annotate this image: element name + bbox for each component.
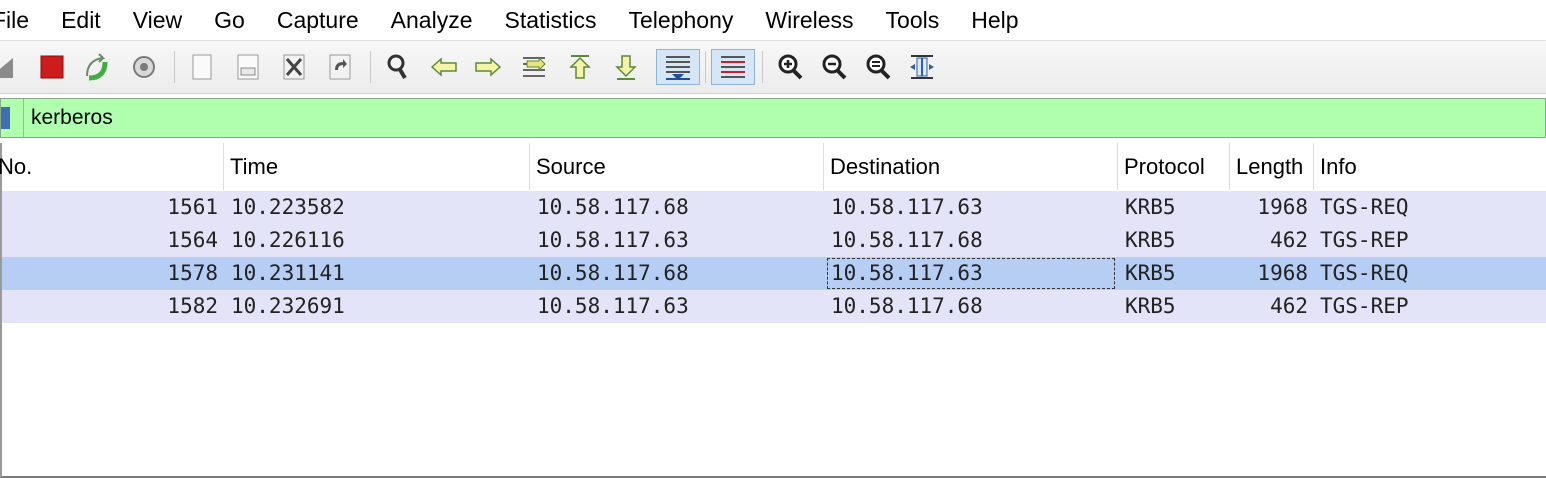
autoscroll-icon[interactable] (656, 49, 700, 85)
column-header-info[interactable]: Info (1314, 143, 1546, 190)
display-filter-input[interactable] (31, 99, 1431, 137)
menu-view[interactable]: View (117, 0, 198, 40)
colorize-icon[interactable] (711, 49, 755, 85)
packet-info: TGS-REQ (1320, 195, 1409, 219)
menu-go[interactable]: Go (198, 0, 261, 40)
menu-file[interactable]: File (0, 0, 45, 40)
menu-wireless[interactable]: Wireless (749, 0, 869, 40)
packet-info: TGS-REQ (1320, 261, 1409, 285)
column-header-source[interactable]: Source (530, 143, 824, 190)
menu-telephony[interactable]: Telephony (613, 0, 750, 40)
packet-destination: 10.58.117.68 (831, 228, 983, 252)
packet-info: TGS-REP (1320, 294, 1409, 318)
packet-row[interactable]: 1561 10.223582 10.58.117.68 10.58.117.63… (2, 191, 1546, 224)
packet-info: TGS-REP (1320, 228, 1409, 252)
zoom-in-icon[interactable] (774, 49, 806, 85)
column-header-length[interactable]: Length (1230, 143, 1314, 190)
packet-source: 10.58.117.68 (537, 261, 689, 285)
menu-tools[interactable]: Tools (870, 0, 956, 40)
packet-length: 1968 (1257, 261, 1308, 285)
column-header-time[interactable]: Time (224, 143, 530, 190)
main-toolbar (0, 40, 1546, 94)
menu-statistics[interactable]: Statistics (488, 0, 612, 40)
open-file-icon[interactable] (186, 49, 218, 85)
packet-time: 10.232691 (231, 294, 345, 318)
packet-no: 1582 (167, 294, 218, 318)
packet-length: 462 (1270, 228, 1308, 252)
display-filter-bar (0, 98, 1546, 138)
zoom-normal-icon[interactable] (862, 49, 894, 85)
column-header-protocol[interactable]: Protocol (1118, 143, 1230, 190)
packet-no: 1578 (167, 261, 218, 285)
capture-options-icon[interactable] (128, 49, 160, 85)
packet-list: No. Time Source Destination Protocol Len… (0, 143, 1546, 478)
packet-row[interactable]: 1564 10.226116 10.58.117.63 10.58.117.68… (2, 224, 1546, 257)
toolbar-separator (705, 51, 706, 83)
start-capture-icon[interactable] (0, 49, 18, 85)
packet-source: 10.58.117.63 (537, 294, 689, 318)
zoom-out-icon[interactable] (818, 49, 850, 85)
packet-source: 10.58.117.63 (537, 228, 689, 252)
packet-protocol: KRB5 (1125, 294, 1176, 318)
packet-time: 10.231141 (231, 261, 345, 285)
menu-analyze[interactable]: Analyze (375, 0, 489, 40)
menu-edit[interactable]: Edit (45, 0, 117, 40)
packet-destination: 10.58.117.63 (831, 195, 983, 219)
resize-columns-icon[interactable] (906, 49, 938, 85)
packet-row[interactable]: 1582 10.232691 10.58.117.63 10.58.117.68… (2, 290, 1546, 323)
column-header-no[interactable]: No. (0, 143, 224, 190)
packet-no: 1564 (167, 228, 218, 252)
packet-length: 462 (1270, 294, 1308, 318)
find-packet-icon[interactable] (382, 49, 414, 85)
packet-time: 10.223582 (231, 195, 345, 219)
packet-row-selected[interactable]: 1578 10.231141 10.58.117.68 10.58.117.63… (2, 257, 1546, 290)
toolbar-separator (370, 51, 371, 83)
reload-file-icon[interactable] (324, 49, 356, 85)
packet-source: 10.58.117.68 (537, 195, 689, 219)
go-back-icon[interactable] (428, 49, 460, 85)
go-forward-icon[interactable] (472, 49, 504, 85)
go-to-packet-icon[interactable] (518, 49, 550, 85)
packet-length: 1968 (1257, 195, 1308, 219)
toolbar-separator (762, 51, 763, 83)
menu-capture[interactable]: Capture (261, 0, 375, 40)
packet-protocol: KRB5 (1125, 195, 1176, 219)
toolbar-separator (174, 51, 175, 83)
restart-capture-icon[interactable] (80, 49, 112, 85)
packet-destination[interactable]: 10.58.117.63 (826, 257, 1116, 290)
menu-bar: File Edit View Go Capture Analyze Statis… (0, 0, 1546, 40)
filter-bookmark-icon[interactable] (1, 107, 10, 129)
go-first-packet-icon[interactable] (564, 49, 596, 85)
packet-no: 1561 (167, 195, 218, 219)
packet-list-header: No. Time Source Destination Protocol Len… (0, 143, 1546, 190)
stop-capture-icon[interactable] (36, 49, 68, 85)
go-last-packet-icon[interactable] (610, 49, 642, 85)
filter-divider (23, 99, 24, 137)
packet-time: 10.226116 (231, 228, 345, 252)
column-header-destination[interactable]: Destination (824, 143, 1118, 190)
close-file-icon[interactable] (278, 49, 310, 85)
menu-help[interactable]: Help (955, 0, 1034, 40)
save-file-icon[interactable] (232, 49, 264, 85)
packet-protocol: KRB5 (1125, 228, 1176, 252)
packet-protocol: KRB5 (1125, 261, 1176, 285)
packet-destination: 10.58.117.68 (831, 294, 983, 318)
